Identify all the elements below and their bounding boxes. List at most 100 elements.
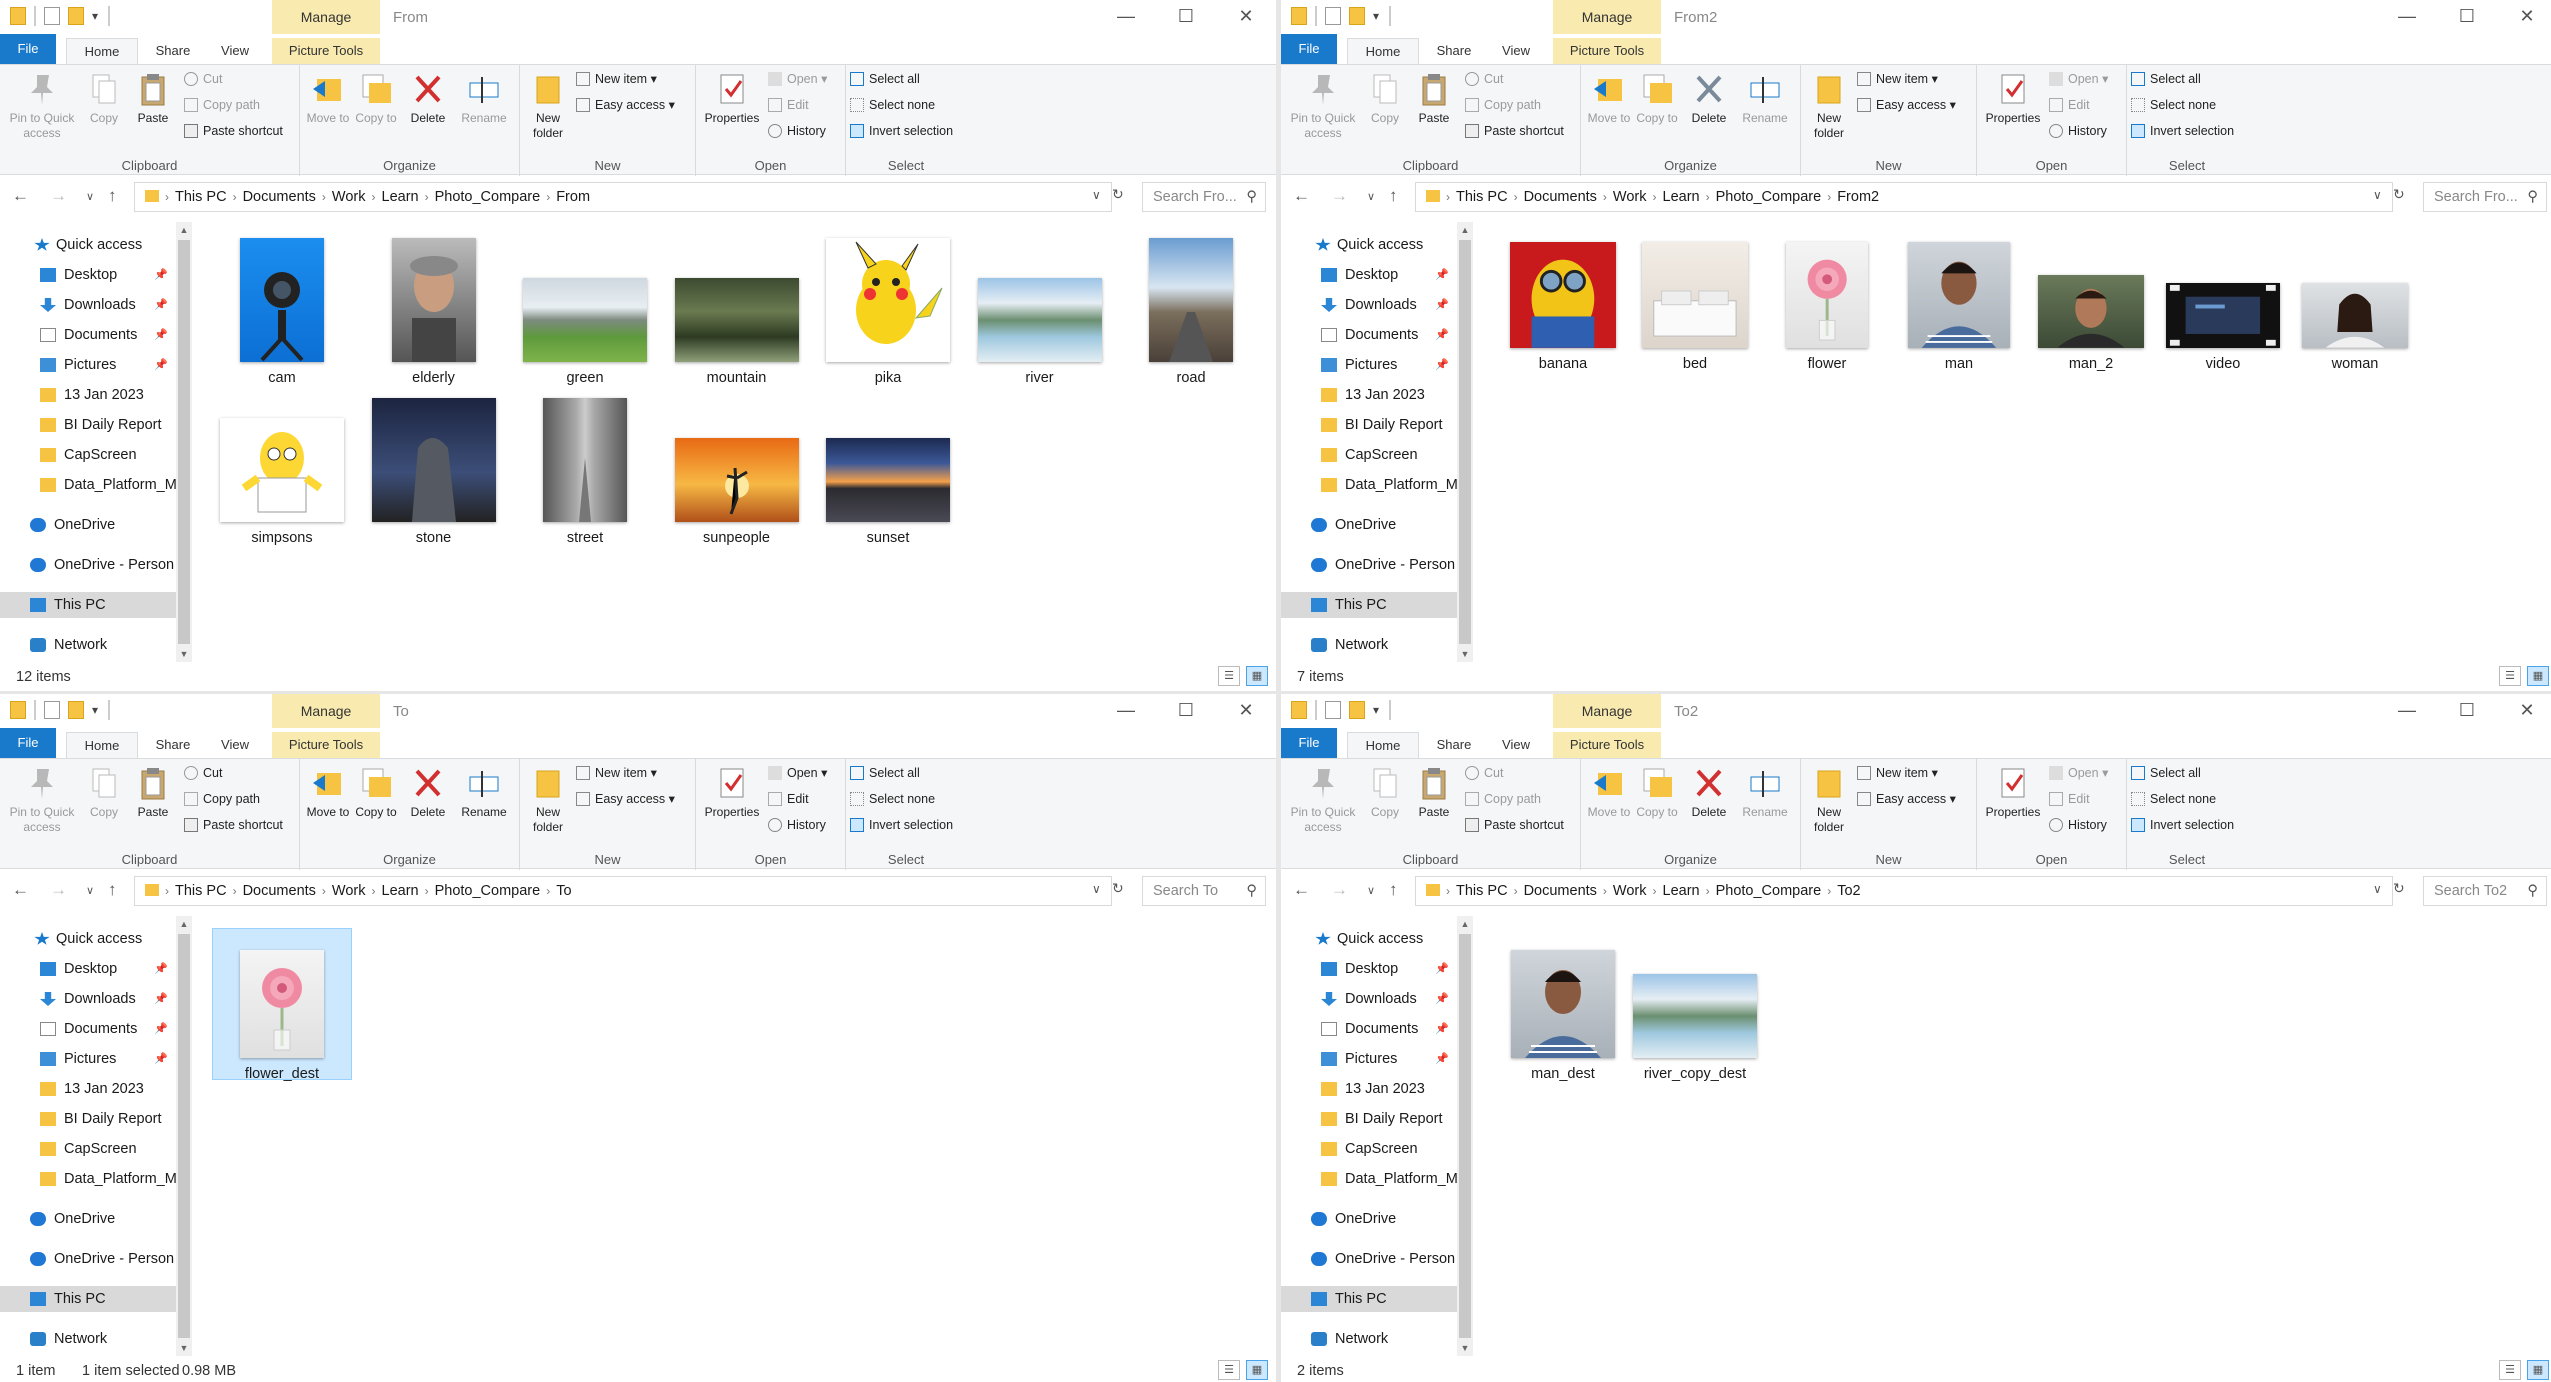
copy-to-button[interactable]: Copy to [1635,765,1679,820]
breadcrumb-item[interactable]: Work [332,189,366,205]
customize-toolbar-icon[interactable]: ▾ [1373,701,1381,719]
nav-item-capscreen[interactable]: CapScreen [0,1136,176,1162]
breadcrumb-item[interactable]: Documents [1524,189,1597,205]
nav-item-desktop[interactable]: Desktop 📌 [1281,262,1457,288]
easy-access-button[interactable]: Easy access ▾ [1857,791,1956,807]
file-tile[interactable]: pika [818,232,958,392]
refresh-icon[interactable]: ↻ [1112,880,1124,897]
breadcrumb-item[interactable]: Work [1613,883,1647,899]
file-tile[interactable]: bed [1625,232,1765,392]
address-bar[interactable]: › This PC › Documents › Work › Learn › Photo_Comp… [134,182,1112,212]
rename-button[interactable]: Rename [456,71,512,126]
breadcrumb-separator-icon[interactable]: › [322,884,326,898]
nav-item-quick-access[interactable]: Quick access [0,926,176,952]
new-item-button[interactable]: New item ▾ [576,765,657,781]
breadcrumb-separator-icon[interactable]: › [322,190,326,204]
nav-item-dataplat[interactable]: Data_Platform_M [1281,472,1457,498]
properties-icon[interactable] [44,7,60,25]
new-folder-icon[interactable] [68,7,84,25]
tab-picture-tools[interactable]: Picture Tools [1553,38,1661,64]
rename-button[interactable]: Rename [1737,765,1793,820]
copy-path-button[interactable]: Copy path [1465,791,1541,807]
nav-item-thispc[interactable]: This PC [1281,1286,1457,1312]
nav-item-onedrive-p[interactable]: OneDrive - Person [1281,552,1457,578]
history-button[interactable]: History [768,123,826,139]
nav-item-thispc[interactable]: This PC [0,592,176,618]
nav-item-onedrive-p[interactable]: OneDrive - Person [1281,1246,1457,1272]
address-dropdown-icon[interactable]: ∨ [1092,188,1101,202]
history-button[interactable]: History [768,817,826,833]
nav-item-thispc[interactable]: This PC [1281,592,1457,618]
customize-toolbar-icon[interactable]: ▾ [1373,7,1381,25]
nav-item-pictures[interactable]: Pictures 📌 [0,1046,176,1072]
tab-file[interactable]: File [1281,728,1337,758]
invert-selection-button[interactable]: Invert selection [2131,817,2234,833]
nav-item-dataplat[interactable]: Data_Platform_M [1281,1166,1457,1192]
open-button[interactable]: Open ▾ [2049,765,2108,781]
breadcrumb-item[interactable]: Photo_Compare [435,189,541,205]
tab-share[interactable]: Share [148,732,198,758]
breadcrumb-separator-icon[interactable]: › [1446,884,1450,898]
file-tile[interactable]: sunpeople [667,392,807,552]
back-icon[interactable]: ← [12,880,29,900]
breadcrumb-separator-icon[interactable]: › [1827,190,1831,204]
breadcrumb-separator-icon[interactable]: › [546,884,550,898]
maximize-icon[interactable]: ☐ [2437,0,2497,34]
copy-path-button[interactable]: Copy path [184,97,260,113]
customize-toolbar-icon[interactable]: ▾ [92,7,100,25]
edit-button[interactable]: Edit [2049,791,2090,807]
nav-item-downloads[interactable]: Downloads 📌 [0,292,176,318]
nav-item-capscreen[interactable]: CapScreen [0,442,176,468]
delete-button[interactable]: Delete [404,71,452,126]
breadcrumb-item[interactable]: Photo_Compare [1716,883,1822,899]
tab-home[interactable]: Home [66,38,138,64]
nav-item-capscreen[interactable]: CapScreen [1281,1136,1457,1162]
new-folder-button[interactable]: New folder [526,765,570,835]
file-tile[interactable]: street [515,392,655,552]
nav-item-network[interactable]: Network [0,632,176,658]
scroll-up-icon[interactable]: ▲ [1457,916,1473,932]
nav-item-downloads[interactable]: Downloads 📌 [0,986,176,1012]
move-to-button[interactable]: Move to [1587,765,1631,820]
new-item-button[interactable]: New item ▾ [1857,765,1938,781]
nav-item-bi[interactable]: BI Daily Report [1281,1106,1457,1132]
tab-picture-tools[interactable]: Picture Tools [272,732,380,758]
nav-item-onedrive[interactable]: OneDrive [1281,512,1457,538]
forward-icon[interactable]: → [50,880,67,900]
nav-item-network[interactable]: Network [1281,1326,1457,1352]
breadcrumb-separator-icon[interactable]: › [1446,190,1450,204]
new-folder-button[interactable]: New folder [526,71,570,141]
breadcrumb-separator-icon[interactable]: › [1603,190,1607,204]
copy-button[interactable]: Copy [1365,765,1405,820]
tab-picture-tools[interactable]: Picture Tools [272,38,380,64]
file-tile[interactable]: cam [212,232,352,392]
breadcrumb-separator-icon[interactable]: › [1706,884,1710,898]
file-tile[interactable]: flower [1757,232,1897,392]
pin-to-quick-access-button[interactable]: Pin to Quick access [4,765,80,835]
breadcrumb-separator-icon[interactable]: › [425,884,429,898]
cut-button[interactable]: Cut [1465,765,1503,781]
breadcrumb-separator-icon[interactable]: › [1514,190,1518,204]
invert-selection-button[interactable]: Invert selection [850,817,953,833]
forward-icon[interactable]: → [1331,186,1348,206]
select-none-button[interactable]: Select none [850,791,935,807]
select-all-button[interactable]: Select all [2131,765,2201,781]
manage-context-tab[interactable]: Manage [272,694,380,728]
scroll-down-icon[interactable]: ▼ [1457,646,1473,662]
file-tile[interactable]: road [1121,232,1261,392]
edit-button[interactable]: Edit [768,791,809,807]
breadcrumb-separator-icon[interactable]: › [372,884,376,898]
new-folder-button[interactable]: New folder [1807,71,1851,141]
breadcrumb-separator-icon[interactable]: › [233,884,237,898]
breadcrumb-separator-icon[interactable]: › [233,190,237,204]
search-box[interactable]: Search Fro... ⚲ [2423,182,2547,212]
nav-item-pictures[interactable]: Pictures 📌 [0,352,176,378]
manage-context-tab[interactable]: Manage [272,0,380,34]
properties-button[interactable]: Properties [700,71,764,126]
nav-item-pictures[interactable]: Pictures 📌 [1281,352,1457,378]
copy-to-button[interactable]: Copy to [354,765,398,820]
edit-button[interactable]: Edit [768,97,809,113]
close-icon[interactable]: ✕ [2497,0,2551,34]
delete-button[interactable]: Delete [1685,71,1733,126]
file-tile[interactable]: sunset [818,392,958,552]
